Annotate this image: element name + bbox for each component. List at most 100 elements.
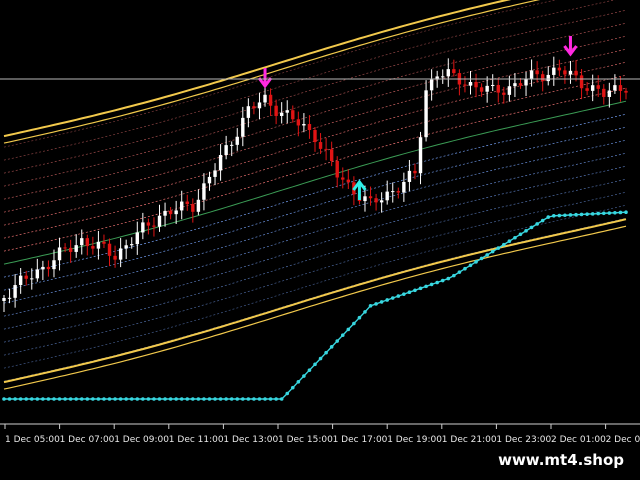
candle-body — [141, 222, 145, 233]
signal-dot — [363, 310, 367, 314]
signal-dot — [613, 210, 617, 215]
signal-dot — [502, 242, 506, 247]
signal-dot — [18, 397, 23, 401]
candle-body — [24, 275, 28, 279]
candle-body — [91, 246, 95, 249]
signal-dot — [557, 213, 562, 218]
candle-body — [85, 238, 90, 247]
signal-dot — [429, 282, 434, 287]
candle-body — [379, 200, 384, 203]
candle-body — [307, 124, 312, 131]
candle-body — [563, 70, 567, 75]
signal-dot — [424, 284, 428, 289]
candle-body — [513, 83, 517, 87]
signal-dot — [91, 397, 95, 401]
candle-body — [18, 275, 23, 286]
signal-dot — [590, 212, 595, 216]
candle-body — [130, 244, 134, 246]
signal-dot — [579, 212, 584, 217]
signal-dot — [335, 339, 340, 343]
candle-body — [607, 90, 612, 97]
signal-dot — [513, 235, 517, 240]
signal-dot — [79, 397, 84, 401]
signal-dot — [285, 391, 290, 396]
signal-dot — [141, 397, 145, 401]
signal-dot — [57, 397, 62, 401]
signal-dot — [357, 315, 362, 320]
candle-body — [113, 255, 117, 260]
candle-body — [291, 110, 295, 120]
upper-band-line — [3, 22, 627, 187]
candle-body — [80, 238, 84, 246]
signal-dot — [468, 263, 473, 268]
candle-body — [479, 87, 484, 92]
candle-body — [202, 183, 206, 200]
signal-dot — [563, 213, 567, 218]
signal-dot — [479, 256, 484, 261]
candle-body — [568, 70, 573, 75]
candle-body — [374, 198, 378, 203]
signal-dot — [290, 385, 295, 390]
signal-dot — [507, 239, 512, 243]
signal-dot — [268, 397, 273, 401]
candle-body — [2, 298, 6, 301]
signal-dot — [585, 212, 589, 216]
signal-dot — [252, 397, 256, 401]
signal-dot — [324, 350, 328, 355]
signal-dot — [202, 397, 206, 401]
signal-dot — [318, 356, 323, 361]
signal-dot — [418, 286, 423, 291]
signal-dot — [385, 298, 389, 302]
signal-dot — [396, 294, 401, 298]
candle-body — [452, 69, 456, 74]
candle-body — [252, 106, 256, 109]
candle-body — [174, 210, 178, 215]
candle-body — [13, 285, 17, 298]
upper-band-line — [3, 74, 627, 239]
candle-body — [46, 266, 51, 270]
signal-dot — [435, 280, 439, 285]
x-tick-label: 1 Dec 09:00 — [114, 435, 169, 445]
signal-dot — [518, 232, 523, 237]
candle-body — [207, 176, 212, 184]
watermark-label: www.mt4.shop — [488, 448, 634, 472]
arrows-layer — [257, 36, 578, 200]
candle-body — [329, 149, 334, 161]
candle-body — [185, 201, 189, 205]
x-tick-label: 1 Dec 13:00 — [223, 435, 278, 445]
candle-body — [152, 225, 156, 227]
lower-band-line — [3, 191, 627, 356]
candle-body — [368, 196, 373, 199]
candle-body — [413, 170, 417, 174]
candle-body — [585, 88, 589, 91]
x-tick-label: 1 Dec 19:00 — [387, 435, 442, 445]
candle-body — [590, 85, 595, 91]
lower-band-line — [3, 152, 627, 317]
signal-dot — [529, 225, 534, 230]
signal-dot — [601, 211, 606, 216]
signal-dot — [13, 397, 17, 401]
candle-body — [241, 117, 245, 137]
signal-dot — [85, 397, 90, 401]
candle-body — [235, 136, 239, 145]
signal-dot — [218, 397, 223, 401]
x-tick-label: 1 Dec 21:00 — [442, 435, 497, 445]
candle-body — [224, 145, 228, 155]
candle-body — [124, 245, 128, 249]
signal-dot — [485, 253, 489, 257]
signal-dot — [352, 321, 356, 326]
signal-dot — [446, 276, 451, 281]
candle-body — [324, 148, 328, 150]
candle-body — [268, 94, 273, 106]
signal-dot — [191, 397, 195, 401]
signal-dot — [374, 302, 378, 306]
candle-body — [546, 74, 550, 82]
signal-dot — [496, 246, 501, 250]
candle-body — [602, 88, 606, 97]
candle-body — [263, 94, 267, 103]
candle-body — [57, 247, 62, 261]
candle-body — [429, 79, 434, 91]
candle-body — [7, 297, 12, 299]
signal-dot — [135, 397, 140, 401]
candle-body — [318, 142, 323, 149]
